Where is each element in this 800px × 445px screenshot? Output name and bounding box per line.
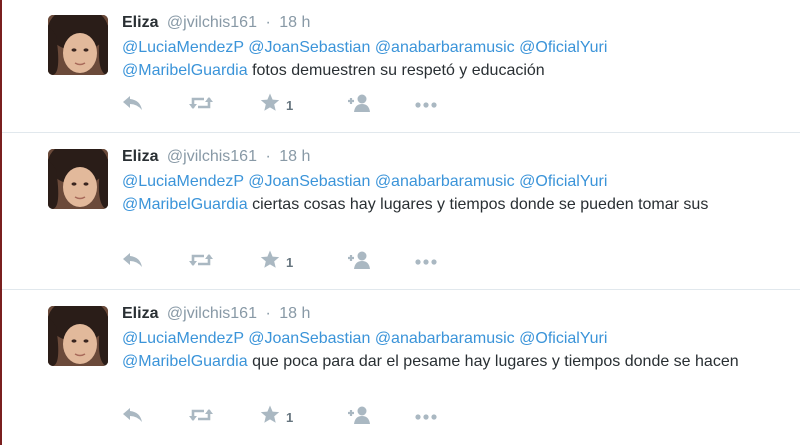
reply-button[interactable] — [122, 250, 144, 274]
tweet-header: Eliza @jvilchis161 · 18 h — [122, 147, 310, 167]
author-name[interactable]: Eliza — [122, 14, 158, 31]
timestamp[interactable]: 18 h — [279, 148, 310, 165]
avatar[interactable] — [48, 149, 108, 209]
tweet-item[interactable]: Eliza @jvilchis161 · 18 h @LuciaMendezP … — [2, 291, 800, 445]
retweet-button[interactable] — [188, 405, 214, 429]
tweet-header: Eliza @jvilchis161 · 18 h — [122, 304, 310, 324]
retweet-icon — [188, 251, 214, 274]
mention-link[interactable]: @LuciaMendezP — [122, 173, 244, 190]
follow-button[interactable] — [346, 93, 372, 117]
retweet-icon — [188, 406, 214, 429]
tweet-text: @LuciaMendezP @JoanSebastian @anabarbara… — [122, 37, 782, 82]
mention-link[interactable]: @LuciaMendezP — [122, 330, 244, 347]
timestamp[interactable]: 18 h — [279, 305, 310, 322]
tweet-body: que poca para dar el pesame hay lugares … — [252, 352, 739, 370]
mention-link[interactable]: @MaribelGuardia — [122, 196, 248, 213]
star-icon — [260, 93, 280, 117]
separator: · — [265, 14, 271, 31]
reply-button[interactable] — [122, 405, 144, 429]
mention-link[interactable]: @OficialYuri — [519, 173, 607, 190]
reply-icon — [122, 406, 144, 429]
tweet-timeline: Eliza @jvilchis161 · 18 h @LuciaMendezP … — [0, 0, 800, 445]
tweet-actions: 1 — [122, 93, 462, 117]
separator: · — [265, 305, 271, 322]
more-button[interactable] — [414, 93, 438, 117]
avatar[interactable] — [48, 15, 108, 75]
favorite-count: 1 — [286, 254, 294, 270]
tweet-text: @LuciaMendezP @JoanSebastian @anabarbara… — [122, 171, 782, 216]
mention-link[interactable]: @JoanSebastian — [248, 39, 370, 56]
follow-icon — [346, 405, 372, 430]
more-icon — [414, 96, 438, 114]
author-handle[interactable]: @jvilchis161 — [167, 305, 257, 322]
timestamp[interactable]: 18 h — [279, 14, 310, 31]
retweet-icon — [188, 94, 214, 117]
favorite-count: 1 — [286, 409, 294, 425]
more-icon — [414, 253, 438, 271]
more-button[interactable] — [414, 405, 438, 429]
author-name[interactable]: Eliza — [122, 148, 158, 165]
more-button[interactable] — [414, 250, 438, 274]
retweet-button[interactable] — [188, 93, 214, 117]
mention-link[interactable]: @OficialYuri — [519, 39, 607, 56]
star-icon — [260, 250, 280, 274]
mention-link[interactable]: @JoanSebastian — [248, 330, 370, 347]
mention-link[interactable]: @anabarbaramusic — [375, 173, 515, 190]
avatar[interactable] — [48, 306, 108, 366]
author-name[interactable]: Eliza — [122, 305, 158, 322]
tweet-text: @LuciaMendezP @JoanSebastian @anabarbara… — [122, 328, 782, 373]
reply-icon — [122, 94, 144, 117]
mention-link[interactable]: @MaribelGuardia — [122, 62, 248, 79]
reply-icon — [122, 251, 144, 274]
favorite-button[interactable]: 1 — [260, 405, 293, 429]
tweet-item[interactable]: Eliza @jvilchis161 · 18 h @LuciaMendezP … — [2, 134, 800, 290]
favorite-button[interactable]: 1 — [260, 250, 293, 274]
follow-icon — [346, 93, 372, 118]
tweet-body: fotos demuestren su respetó y educación — [252, 61, 545, 79]
reply-button[interactable] — [122, 93, 144, 117]
separator: · — [265, 148, 271, 165]
tweet-header: Eliza @jvilchis161 · 18 h — [122, 13, 310, 33]
follow-button[interactable] — [346, 250, 372, 274]
tweet-item[interactable]: Eliza @jvilchis161 · 18 h @LuciaMendezP … — [2, 0, 800, 133]
mention-link[interactable]: @JoanSebastian — [248, 173, 370, 190]
author-handle[interactable]: @jvilchis161 — [167, 14, 257, 31]
mention-link[interactable]: @MaribelGuardia — [122, 353, 248, 370]
follow-icon — [346, 250, 372, 275]
star-icon — [260, 405, 280, 429]
tweet-body: ciertas cosas hay lugares y tiempos dond… — [252, 195, 709, 213]
favorite-count: 1 — [286, 97, 294, 113]
more-icon — [414, 408, 438, 426]
favorite-button[interactable]: 1 — [260, 93, 293, 117]
mention-link[interactable]: @OficialYuri — [519, 330, 607, 347]
tweet-actions: 1 — [122, 405, 462, 429]
mention-link[interactable]: @LuciaMendezP — [122, 39, 244, 56]
author-handle[interactable]: @jvilchis161 — [167, 148, 257, 165]
tweet-actions: 1 — [122, 250, 462, 274]
mention-link[interactable]: @anabarbaramusic — [375, 39, 515, 56]
follow-button[interactable] — [346, 405, 372, 429]
retweet-button[interactable] — [188, 250, 214, 274]
mention-link[interactable]: @anabarbaramusic — [375, 330, 515, 347]
